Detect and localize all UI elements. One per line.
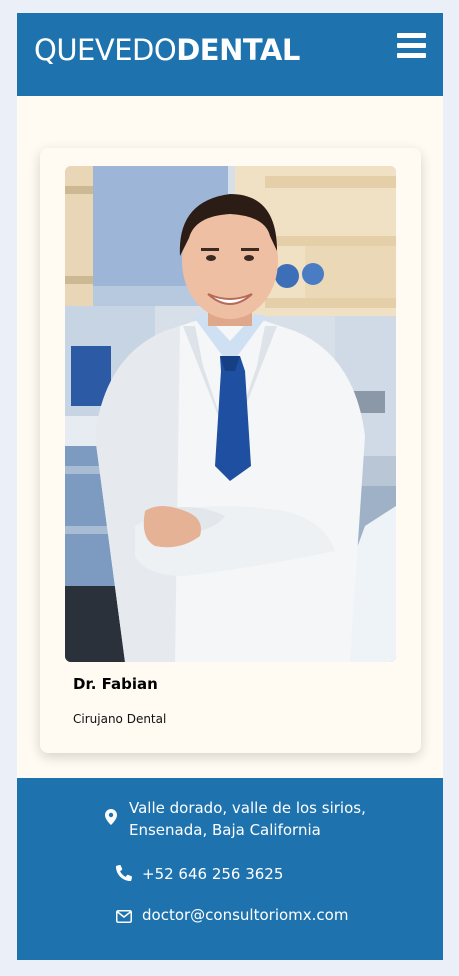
phone-icon <box>116 864 133 887</box>
address-line-2: Ensenada, Baja California <box>129 821 321 839</box>
menu-bar <box>397 33 426 38</box>
envelope-icon <box>116 907 132 929</box>
brand-logo[interactable]: QUEVEDODENTAL <box>34 33 300 67</box>
address-text: Valle dorado, valle de los sirios, Ensen… <box>129 797 389 841</box>
phone-number[interactable]: +52 646 256 3625 <box>142 863 283 885</box>
doctor-photo <box>65 166 396 662</box>
menu-bar <box>397 53 426 58</box>
map-pin-icon <box>105 809 117 831</box>
brand-light-text: QUEVEDO <box>34 33 177 67</box>
address-line-1: Valle dorado, valle de los sirios, <box>129 799 366 817</box>
site-footer: Valle dorado, valle de los sirios, Ensen… <box>17 778 443 960</box>
page-frame: QUEVEDODENTAL Dr. Fabian Cirujano Dental… <box>17 13 443 960</box>
menu-bar <box>397 43 426 48</box>
doctor-card: Dr. Fabian Cirujano Dental <box>40 148 421 753</box>
hamburger-menu-icon[interactable] <box>397 33 426 59</box>
doctor-role: Cirujano Dental <box>73 712 167 726</box>
site-header: QUEVEDODENTAL <box>17 13 443 96</box>
brand-bold-text: DENTAL <box>176 33 300 67</box>
doctor-name: Dr. Fabian <box>73 675 158 693</box>
email-address[interactable]: doctor@consultoriomx.com <box>142 904 348 926</box>
